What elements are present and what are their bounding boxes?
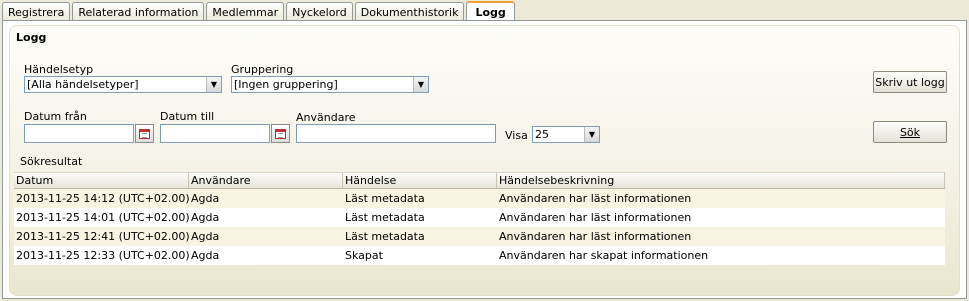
chevron-down-icon[interactable]: ▼: [413, 77, 428, 92]
user-label: Användare: [296, 111, 356, 124]
cell-user: Agda: [191, 192, 220, 205]
event-type-label: Händelsetyp: [24, 63, 94, 76]
tab-strip: Registrera Relaterad information Medlemm…: [2, 1, 517, 22]
tab-relaterad-information[interactable]: Relaterad information: [72, 2, 205, 21]
date-to-calendar-button[interactable]: [271, 124, 290, 143]
cell-event: Läst metadata: [345, 230, 425, 243]
date-to-input[interactable]: [160, 124, 270, 143]
column-header-event[interactable]: Händelse: [343, 173, 497, 188]
tab-medlemmar[interactable]: Medlemmar: [206, 2, 285, 21]
cell-event: Skapat: [345, 249, 383, 262]
date-from-label: Datum från: [24, 110, 87, 123]
date-from-calendar-button[interactable]: [135, 124, 154, 143]
print-log-button[interactable]: Skriv ut logg: [873, 71, 947, 93]
grouping-label: Gruppering: [231, 63, 294, 76]
chevron-down-icon[interactable]: ▼: [584, 127, 599, 142]
tab-dokumenthistorik[interactable]: Dokumenthistorik: [354, 2, 465, 21]
calendar-icon: [139, 128, 150, 139]
cell-user: Agda: [191, 249, 220, 262]
cell-description: Användaren har läst informationen: [499, 211, 692, 224]
grouping-select[interactable]: [Ingen gruppering] ▼: [231, 76, 429, 93]
table-header: Datum Användare Händelse Händelsebeskriv…: [14, 172, 945, 189]
event-type-value: [Alla händelsetyper]: [27, 78, 139, 91]
column-header-date[interactable]: Datum: [14, 173, 189, 188]
cell-description: Användaren har läst informationen: [499, 192, 692, 205]
show-label: Visa: [505, 129, 528, 142]
column-header-user[interactable]: Användare: [189, 173, 343, 188]
event-type-select[interactable]: [Alla händelsetyper] ▼: [24, 76, 222, 93]
table-row[interactable]: 2013-11-25 14:01 (UTC+02.00) Agda Läst m…: [14, 208, 945, 227]
tab-panel: Logg Händelsetyp [Alla händelsetyper] ▼ …: [2, 20, 967, 299]
results-title: Sökresultat: [20, 155, 83, 168]
user-input[interactable]: [296, 124, 496, 143]
date-from-input[interactable]: [24, 124, 134, 143]
cell-date: 2013-11-25 12:33 (UTC+02.00): [16, 249, 189, 262]
table-row[interactable]: 2013-11-25 12:41 (UTC+02.00) Agda Läst m…: [14, 227, 945, 246]
cell-date: 2013-11-25 12:41 (UTC+02.00): [16, 230, 189, 243]
search-button-label: Sök: [899, 125, 921, 139]
tab-logg[interactable]: Logg: [466, 1, 515, 22]
tab-nyckelord[interactable]: Nyckelord: [286, 2, 353, 21]
section-title: Logg: [16, 31, 47, 44]
tab-registrera[interactable]: Registrera: [2, 2, 71, 21]
table-row[interactable]: 2013-11-25 14:12 (UTC+02.00) Agda Läst m…: [14, 189, 945, 208]
column-header-description[interactable]: Händelsebeskrivning: [497, 173, 945, 188]
cell-description: Användaren har läst informationen: [499, 230, 692, 243]
cell-event: Läst metadata: [345, 211, 425, 224]
chevron-down-icon[interactable]: ▼: [206, 77, 221, 92]
cell-event: Läst metadata: [345, 192, 425, 205]
table-row[interactable]: 2013-11-25 12:33 (UTC+02.00) Agda Skapat…: [14, 246, 945, 265]
cell-user: Agda: [191, 211, 220, 224]
grouping-value: [Ingen gruppering]: [234, 78, 338, 91]
cell-date: 2013-11-25 14:01 (UTC+02.00): [16, 211, 189, 224]
results-table: Datum Användare Händelse Händelsebeskriv…: [14, 172, 945, 265]
show-count-value: 25: [535, 128, 549, 141]
cell-description: Användaren har skapat informationen: [499, 249, 709, 262]
cell-date: 2013-11-25 14:12 (UTC+02.00): [16, 192, 189, 205]
calendar-icon: [275, 128, 286, 139]
date-to-label: Datum till: [160, 110, 215, 123]
search-button[interactable]: Sök: [873, 121, 947, 143]
show-count-select[interactable]: 25 ▼: [532, 126, 600, 143]
cell-user: Agda: [191, 230, 220, 243]
